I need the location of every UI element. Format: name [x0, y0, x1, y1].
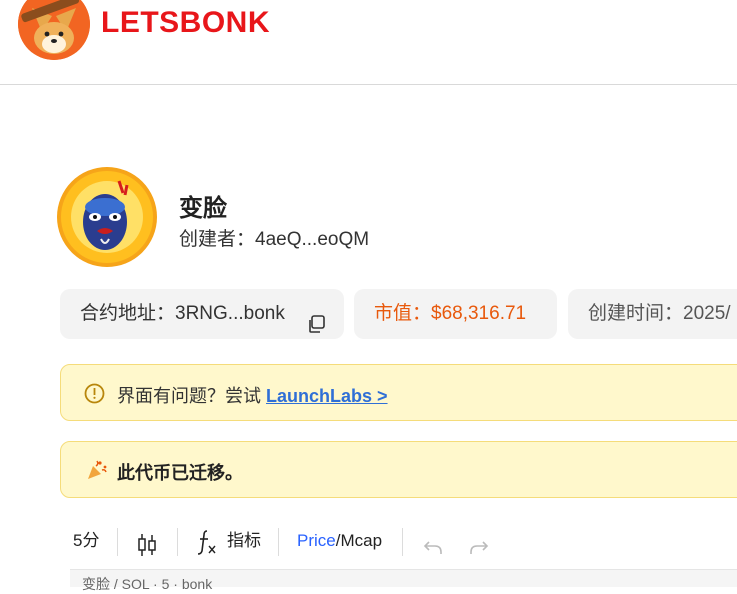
- launchlabs-link[interactable]: LaunchLabs >: [266, 386, 388, 406]
- copy-icon[interactable]: [306, 304, 326, 333]
- ui-issue-text: 界面有问题？尝试 LaunchLabs >: [117, 382, 388, 408]
- opera-mask-avatar-icon: [61, 171, 153, 263]
- contract-address: 3RNG...bonk: [175, 303, 285, 324]
- creator-address[interactable]: 4aeQ...eoQM: [255, 229, 369, 250]
- function-fx-icon[interactable]: [196, 518, 218, 564]
- ui-issue-message: 界面有问题？尝试: [117, 386, 267, 406]
- chart-legend: 变脸 / SOL · 5 · bonk: [82, 576, 213, 592]
- migrated-banner: 此代币已迁移。: [60, 441, 737, 498]
- price-chart[interactable]: 变脸 / SOL · 5 · bonk: [70, 569, 737, 592]
- mcap-option[interactable]: Mcap: [340, 531, 382, 550]
- top-header: LETSBONK: [0, 0, 737, 85]
- alert-circle-icon: [84, 383, 105, 404]
- market-cap-label: 市值：: [374, 303, 432, 324]
- interval-button[interactable]: 5分: [73, 518, 99, 564]
- market-cap-value: $68,316.71: [431, 303, 527, 324]
- token-avatar: [57, 167, 157, 267]
- undo-icon[interactable]: [422, 530, 444, 554]
- created-value: 2025/: [683, 303, 731, 324]
- toolbar-divider: [278, 528, 279, 556]
- shiba-dog-logo-icon[interactable]: [18, 0, 90, 60]
- token-name: 变脸: [179, 195, 227, 222]
- toolbar-divider: [177, 528, 178, 556]
- price-mcap-toggle[interactable]: Price/Mcap: [297, 518, 382, 564]
- contract-label: 合约地址：: [80, 303, 176, 324]
- chart-toolbar: 5分 指标 Price/Mcap: [60, 518, 737, 564]
- candlestick-icon[interactable]: [136, 529, 158, 556]
- toolbar-divider: [117, 528, 118, 556]
- migrated-text: 此代币已迁移。: [117, 463, 243, 483]
- creator-label: 创建者：: [179, 229, 256, 250]
- created-time-pill: 创建时间：2025/: [568, 289, 737, 339]
- toolbar-divider: [402, 528, 403, 556]
- creator-info: 创建者：4aeQ...eoQM: [179, 224, 369, 251]
- redo-icon[interactable]: [468, 530, 490, 554]
- indicators-button[interactable]: 指标: [227, 518, 261, 564]
- brand-name[interactable]: LETSBONK: [101, 6, 270, 40]
- price-option[interactable]: Price: [297, 531, 336, 550]
- ui-issue-banner: 界面有问题？尝试 LaunchLabs >: [60, 364, 737, 421]
- contract-address-pill[interactable]: 合约地址：3RNG...bonk: [60, 289, 344, 339]
- market-cap-pill: 市值：$68,316.71: [354, 289, 557, 339]
- party-popper-icon: [85, 458, 109, 482]
- created-label: 创建时间：: [588, 303, 684, 324]
